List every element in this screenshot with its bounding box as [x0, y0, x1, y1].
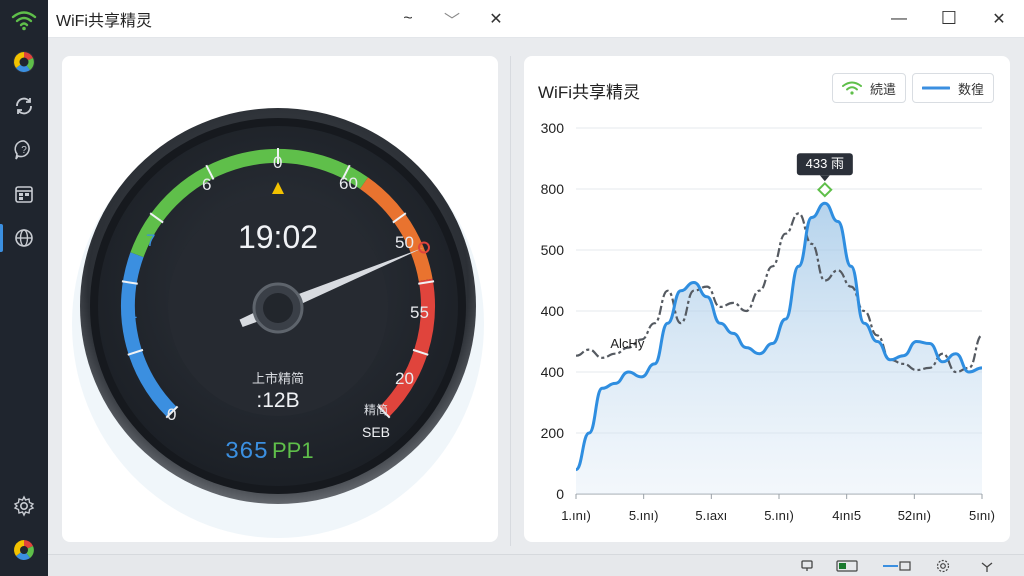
- line-chart: 300 800 500 400 400 200 0 1.ını) 5.ını) 5.ıaxı 5.…: [541, 120, 995, 523]
- close-button[interactable]: ✕: [974, 0, 1024, 38]
- gauge-time: 19:02: [238, 219, 318, 255]
- tick-label: 20: [395, 369, 414, 388]
- gauge-card: 0 1 1 7 6 0 60 50 55 20 19:02 上市精简 :12B: [62, 56, 498, 542]
- maximize-button[interactable]: ☐: [924, 0, 974, 38]
- nav-help-icon[interactable]: ?: [0, 128, 48, 172]
- x-tick-label: 52ını): [898, 508, 931, 523]
- dropdown-toggle-button[interactable]: ~: [386, 0, 430, 38]
- chart-annotation: AlcHy: [610, 336, 644, 351]
- peak-marker: [817, 181, 833, 198]
- svg-text:?: ?: [21, 145, 27, 156]
- panel-divider: [510, 56, 511, 546]
- x-tick-label: 4ını5: [832, 508, 861, 523]
- nav-refresh-icon[interactable]: [0, 84, 48, 128]
- close-tab-button[interactable]: ✕: [474, 0, 518, 38]
- tick-label: 50: [395, 233, 414, 252]
- status-monitor-icon[interactable]: [800, 558, 814, 574]
- tick-label: 0: [167, 405, 176, 424]
- status-settings-icon[interactable]: [936, 558, 950, 574]
- speed-unit: PP1: [272, 438, 314, 463]
- app-window: ? WiFi共享精灵 ~ ﹀ ✕ — ☐ ✕ 0 1 1 7 6 0 60 50…: [0, 0, 1024, 576]
- x-tick-label: 5.ını): [764, 508, 794, 523]
- nav-settings-icon[interactable]: [0, 484, 48, 528]
- status-toggle-icon[interactable]: [836, 558, 858, 574]
- tooltip-text: 433 雨: [806, 156, 844, 171]
- x-tick-label: 1.ını): [561, 508, 591, 523]
- y-tick-label: 0: [556, 486, 564, 502]
- y-tick-label: 400: [541, 303, 565, 319]
- x-tick-label: 5.ıaxı: [695, 508, 727, 523]
- nav-network-icon[interactable]: [0, 216, 48, 260]
- sub-label: 精简: [364, 403, 388, 417]
- minimize-button[interactable]: —: [874, 0, 924, 38]
- tick-label: 55: [410, 303, 429, 322]
- sub-value: SEB: [362, 424, 390, 440]
- wifi-logo: [0, 0, 48, 40]
- y-tick-label: 400: [541, 364, 565, 380]
- tick-label: 6: [202, 175, 211, 194]
- chevron-down-icon[interactable]: ﹀: [430, 0, 474, 38]
- tick-label: 0: [273, 153, 282, 172]
- speed-value: 365: [225, 439, 268, 466]
- status-network-icon[interactable]: [980, 558, 994, 574]
- tick-label: 1: [146, 373, 155, 392]
- tick-label: 60: [339, 174, 358, 193]
- tick-label: 7: [146, 231, 155, 250]
- y-tick-label: 500: [541, 242, 565, 258]
- speed-gauge: 0 1 1 7 6 0 60 50 55 20 19:02 上市精简 :12B: [72, 108, 484, 538]
- left-rail: ?: [0, 0, 48, 576]
- gauge-label: 上市精简: [252, 371, 304, 386]
- window-title: WiFi共享精灵: [56, 12, 152, 30]
- tick-label: 1: [128, 303, 137, 322]
- gauge-reading: :12B: [256, 389, 299, 412]
- y-tick-label: 200: [541, 425, 565, 441]
- nav-home-icon[interactable]: [0, 40, 48, 84]
- x-tick-label: 5ını): [969, 508, 995, 523]
- chart-card: WiFi共享精灵 続遣 数徨 300 800 500 400 400 200 0…: [524, 56, 1010, 542]
- status-bar: [48, 554, 1024, 576]
- y-tick-label: 300: [541, 120, 565, 136]
- nav-calendar-icon[interactable]: [0, 172, 48, 216]
- brand-logo-icon: [0, 528, 48, 572]
- chart-tooltip: 433 雨: [796, 153, 853, 182]
- x-tick-label: 5.ını): [629, 508, 659, 523]
- y-tick-label: 800: [541, 181, 565, 197]
- status-signal-icon[interactable]: [882, 558, 912, 574]
- title-bar: WiFi共享精灵 ~ ﹀ ✕ — ☐ ✕: [48, 0, 1024, 38]
